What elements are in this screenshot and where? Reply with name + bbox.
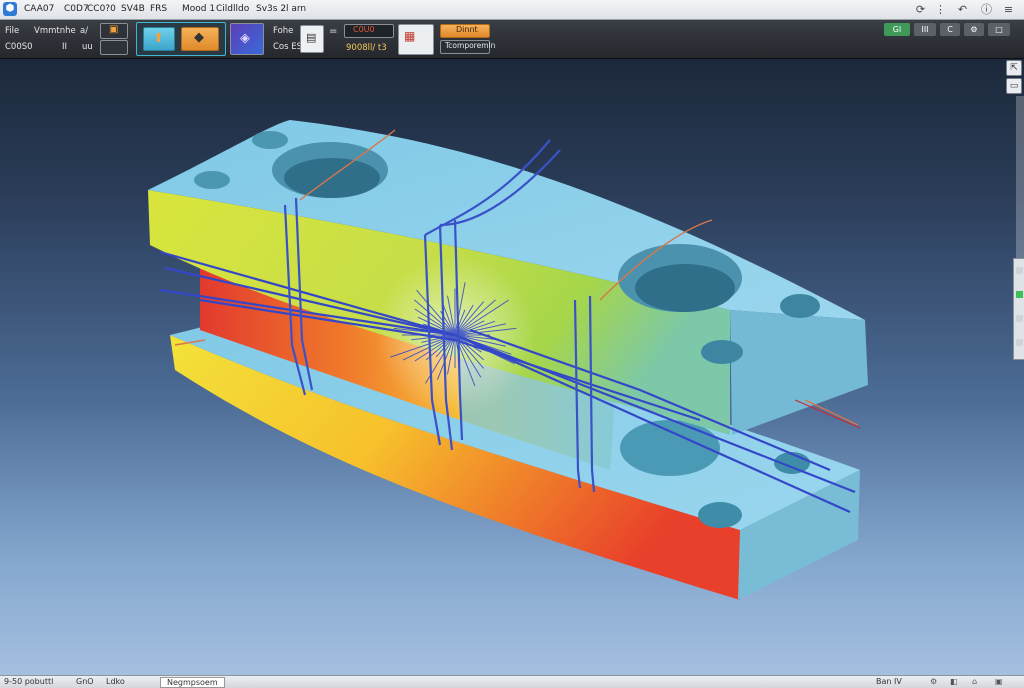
ribbon-small-tool-button[interactable]: ▣ [100, 23, 128, 39]
menu-item-8[interactable]: l arn [286, 4, 306, 14]
status-icon-3[interactable]: ⌂ [972, 677, 977, 686]
panel-tab-icon-3 [1016, 339, 1023, 346]
menu-item-3[interactable]: SV4B [121, 4, 145, 14]
ribbon-label-ii[interactable]: II [62, 42, 67, 52]
ribbon-file-label[interactable]: File [5, 26, 19, 36]
right-hole-small-1 [780, 294, 820, 318]
settings-gear-icon: ⚙ [970, 25, 978, 34]
menu-item-0[interactable]: CAA07 [24, 4, 54, 14]
status-item-0: 9-50 pobuttl [4, 677, 54, 686]
status-icon-1[interactable]: ⚙ [930, 677, 937, 686]
arrow-up-icon: ⬆ [153, 31, 164, 46]
render-mode-button[interactable]: ◈ [230, 23, 264, 55]
value-field-left-text: C0U0 [353, 25, 375, 34]
upper-hole-2 [194, 171, 230, 189]
ribbon-label-coses[interactable]: Cos ES [273, 42, 302, 52]
temperature-button[interactable]: Tcomporemln [440, 40, 495, 54]
status-right-text: Ban IV [876, 677, 902, 686]
value-field-left[interactable]: C0U0 [344, 24, 394, 38]
cycle-button[interactable]: C [940, 23, 960, 36]
menu-item-6[interactable]: Cildlldo [216, 4, 249, 14]
refresh-icon[interactable]: ⟳ [914, 3, 927, 16]
side-panel-tab[interactable] [1013, 258, 1024, 360]
upload-tool-button[interactable]: ⬆ [143, 27, 175, 51]
status-green-icon [1016, 291, 1023, 298]
diamond-tool-button[interactable]: ◆ [181, 27, 219, 51]
3d-model-render [148, 120, 868, 600]
shaded-cube-icon: ◈ [240, 31, 250, 46]
ribbon-main-tool-group[interactable]: ⬆ ◆ [136, 22, 226, 56]
value-field-right-text: Dinnt [456, 25, 478, 34]
ribbon-label-vm[interactable]: Vmmtnhe [34, 26, 76, 36]
upper-plate-end [730, 310, 868, 435]
diamond-icon: ◆ [194, 30, 204, 45]
expand-view-icon[interactable]: ⇱ [1006, 60, 1022, 76]
ribbon-label-uu[interactable]: uu [82, 42, 93, 52]
status-item-3[interactable]: Negmpsoem [160, 677, 225, 688]
temperature-button-label: Tcomporemln [445, 41, 496, 50]
panel-tab-icon-1 [1016, 267, 1023, 274]
cycle-label: C [947, 25, 953, 34]
green-action-button[interactable]: Gl [884, 23, 910, 36]
info-icon[interactable]: ⓘ [980, 3, 993, 16]
panel-tab-icon-2 [1016, 315, 1023, 322]
close-square-icon: □ [995, 25, 1003, 34]
camera-icon[interactable]: ▭ [1006, 78, 1022, 94]
ribbon-small-field[interactable] [100, 40, 128, 55]
grid-view-button[interactable]: III [914, 23, 936, 36]
ribbon-label-fohe[interactable]: Fohe [273, 26, 293, 36]
status-icon-2[interactable]: ◧ [950, 677, 958, 686]
value-field-right[interactable]: Dinnt [440, 24, 490, 38]
right-hole-small-2 [701, 340, 743, 364]
ribbon-label-c00s0[interactable]: C00S0 [5, 42, 33, 52]
equals-icon: = [329, 26, 338, 37]
menu-item-5[interactable]: Mood 1 [182, 4, 215, 14]
status-bar: 9-50 pobuttl GnO Ldko Negmpsoem Ban IV ⚙… [0, 675, 1024, 688]
menu-item-2[interactable]: CC0?0 [87, 4, 116, 14]
menu-item-7[interactable]: Sv3s 2 [256, 4, 286, 14]
close-panel-button[interactable]: □ [988, 23, 1010, 36]
3d-viewport[interactable] [0, 59, 1024, 675]
menu-icon[interactable]: ≡ [1002, 3, 1015, 16]
chart-tool-button[interactable]: ▦ [398, 24, 434, 55]
menu-item-1[interactable]: C0D7 [64, 4, 89, 14]
status-item-2: Ldko [106, 677, 125, 686]
grid-view-label: III [921, 25, 929, 34]
lower-hole-1 [698, 502, 742, 528]
status-item-1: GnO [76, 677, 94, 686]
grid-icon[interactable]: ⋮ [934, 3, 947, 16]
upper-large-hole-depth [284, 158, 380, 198]
app-logo-icon[interactable]: ⬢ [3, 2, 17, 16]
back-icon[interactable]: ↶ [956, 3, 969, 16]
settings-button[interactable]: ⚙ [964, 23, 984, 36]
ribbon-toolbar: File Vmmtnhe a/ C00S0 II uu ▣ ⬆ ◆ ◈ Fohe… [0, 20, 1024, 59]
right-large-hole-depth [635, 264, 735, 312]
red-marker [794, 399, 861, 429]
menu-item-4[interactable]: FRS [150, 4, 167, 14]
ribbon-label-a[interactable]: a/ [80, 26, 88, 36]
document-icon: ▤ [306, 31, 317, 44]
status-icon-4[interactable]: ▣ [995, 677, 1003, 686]
value-field-left-caption: 9008ll/ t3 [346, 43, 387, 53]
document-tool-button[interactable]: ▤ [300, 25, 324, 53]
menu-bar: ⬢ CAA07 C0D7 CC0?0 SV4B FRS Mood 1 Cildl… [0, 0, 1024, 20]
chart-icon: ▦ [404, 29, 416, 43]
upper-hole-1 [252, 131, 288, 149]
green-action-label: Gl [892, 25, 902, 34]
tool-icon: ▣ [109, 24, 119, 35]
